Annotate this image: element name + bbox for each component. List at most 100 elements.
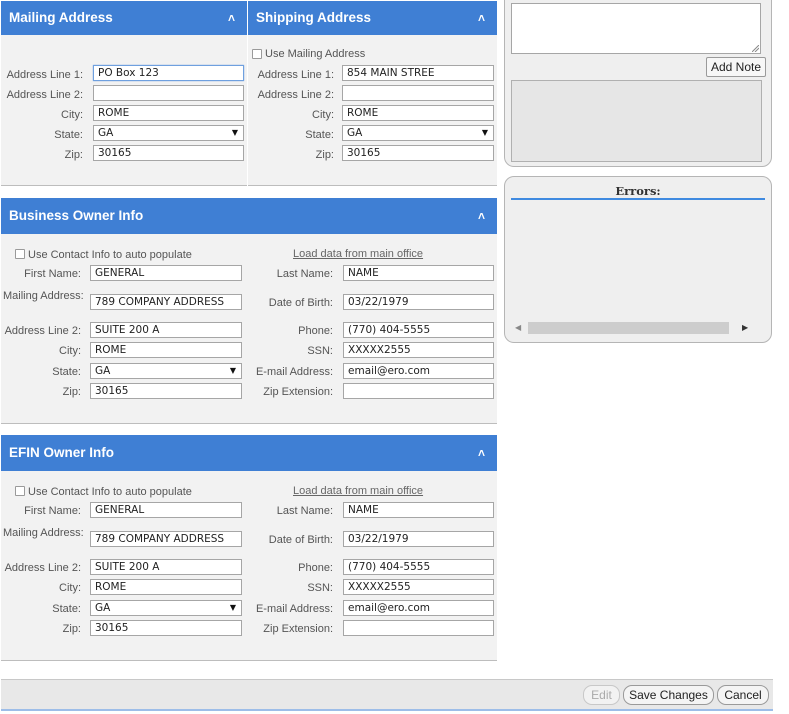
mailing-address-input[interactable]: 789 COMPANY ADDRESS xyxy=(90,531,242,547)
address-line2-input[interactable]: SUITE 200 A xyxy=(90,559,242,575)
zip-label: Zip: xyxy=(62,623,81,635)
efin-owner-panel: EFIN Owner Info ˄ Use Contact Info to au… xyxy=(1,435,497,661)
state-label: State: xyxy=(52,603,81,615)
state-value: GA xyxy=(95,602,111,614)
mailing-state-select[interactable]: GA ▼ xyxy=(93,125,244,141)
arrow-left-icon[interactable]: ◀ xyxy=(515,321,521,335)
errors-scrollbar[interactable]: ◀ ▶ xyxy=(511,321,755,335)
state-value: GA xyxy=(95,365,111,377)
save-changes-button[interactable]: Save Changes xyxy=(623,685,714,705)
use-contact-checkbox[interactable] xyxy=(15,249,25,259)
chevron-up-icon[interactable]: ˄ xyxy=(228,1,235,35)
zip-input[interactable]: 30165 xyxy=(90,383,242,399)
load-main-office-link[interactable]: Load data from main office xyxy=(293,484,423,498)
mailing-address-label: Mailing Address: xyxy=(3,290,84,302)
first-name-label: First Name: xyxy=(24,268,81,280)
address-line2-label: Address Line 2: xyxy=(4,325,81,337)
use-contact-label: Use Contact Info to auto populate xyxy=(28,249,192,261)
first-name-label: First Name: xyxy=(24,505,81,517)
ssn-label: SSN: xyxy=(307,345,333,357)
phone-input[interactable]: (770) 404-5555 xyxy=(343,322,494,338)
load-main-office-link[interactable]: Load data from main office xyxy=(293,247,423,261)
business-owner-header[interactable]: Business Owner Info ˄ xyxy=(1,198,497,234)
state-select[interactable]: GA ▼ xyxy=(90,363,242,379)
shipping-line1-input[interactable]: 854 MAIN STREE xyxy=(342,65,494,81)
state-label: State: xyxy=(305,129,334,141)
panel-title: Business Owner Info xyxy=(9,208,144,223)
cancel-button[interactable]: Cancel xyxy=(717,685,769,705)
address-line2-input[interactable]: SUITE 200 A xyxy=(90,322,242,338)
mailing-city-input[interactable]: ROME xyxy=(93,105,244,121)
state-select[interactable]: GA ▼ xyxy=(90,600,242,616)
edit-button[interactable]: Edit xyxy=(583,685,620,705)
email-input[interactable]: email@ero.com xyxy=(343,600,494,616)
phone-label: Phone: xyxy=(298,325,333,337)
ssn-label: SSN: xyxy=(307,582,333,594)
dob-input[interactable]: 03/22/1979 xyxy=(343,531,494,547)
zip-input[interactable]: 30165 xyxy=(90,620,242,636)
zip-label: Zip: xyxy=(64,149,83,161)
dob-input[interactable]: 03/22/1979 xyxy=(343,294,494,310)
mailing-address-header[interactable]: Mailing Address ˄ xyxy=(1,1,247,35)
use-contact-label: Use Contact Info to auto populate xyxy=(28,486,192,498)
city-input[interactable]: ROME xyxy=(90,342,242,358)
panel-title: EFIN Owner Info xyxy=(9,445,115,460)
zip-extension-input[interactable] xyxy=(343,620,494,636)
mailing-line1-input[interactable]: PO Box 123 xyxy=(93,65,244,81)
ssn-input[interactable]: XXXXX2555 xyxy=(343,342,494,358)
mailing-address-panel: Mailing Address ˄ Address Line 1: PO Box… xyxy=(1,1,247,186)
last-name-label: Last Name: xyxy=(276,268,333,280)
zip-extension-label: Zip Extension: xyxy=(263,623,333,635)
use-contact-checkbox[interactable] xyxy=(15,486,25,496)
shipping-city-input[interactable]: ROME xyxy=(342,105,494,121)
shipping-address-header[interactable]: Shipping Address ˄ xyxy=(248,1,497,35)
last-name-input[interactable]: NAME xyxy=(343,265,494,281)
mailing-address-input[interactable]: 789 COMPANY ADDRESS xyxy=(90,294,242,310)
shipping-state-select[interactable]: GA ▼ xyxy=(342,125,494,141)
panel-title: Mailing Address xyxy=(9,10,113,25)
dob-label: Date of Birth: xyxy=(268,297,333,309)
email-label: E-mail Address: xyxy=(255,603,333,615)
city-label: City: xyxy=(61,109,83,121)
mailing-line2-input[interactable] xyxy=(93,85,244,101)
arrow-right-icon[interactable]: ▶ xyxy=(742,321,748,335)
mailing-zip-input[interactable]: 30165 xyxy=(93,145,244,161)
note-textarea[interactable] xyxy=(511,3,761,54)
footer-bar: Edit Save Changes Cancel xyxy=(1,679,773,711)
state-value: GA xyxy=(347,127,363,139)
email-input[interactable]: email@ero.com xyxy=(343,363,494,379)
ssn-input[interactable]: XXXXX2555 xyxy=(343,579,494,595)
zip-label: Zip: xyxy=(315,149,334,161)
zip-extension-input[interactable] xyxy=(343,383,494,399)
resize-handle-icon[interactable] xyxy=(752,45,759,52)
line1-label: Address Line 1: xyxy=(257,69,334,81)
chevron-up-icon[interactable]: ˄ xyxy=(478,198,485,234)
dob-label: Date of Birth: xyxy=(268,534,333,546)
shipping-zip-input[interactable]: 30165 xyxy=(342,145,494,161)
chevron-up-icon[interactable]: ˄ xyxy=(478,1,485,35)
first-name-input[interactable]: GENERAL xyxy=(90,265,242,281)
city-input[interactable]: ROME xyxy=(90,579,242,595)
last-name-label: Last Name: xyxy=(276,505,333,517)
chevron-up-icon[interactable]: ˄ xyxy=(478,435,485,471)
last-name-input[interactable]: NAME xyxy=(343,502,494,518)
caret-down-icon: ▼ xyxy=(229,603,236,612)
use-mailing-label: Use Mailing Address xyxy=(265,48,366,60)
phone-input[interactable]: (770) 404-5555 xyxy=(343,559,494,575)
state-value: GA xyxy=(98,127,114,139)
efin-owner-header[interactable]: EFIN Owner Info ˄ xyxy=(1,435,497,471)
business-owner-panel: Business Owner Info ˄ Use Contact Info t… xyxy=(1,198,497,424)
scrollbar-thumb[interactable] xyxy=(528,322,729,334)
phone-label: Phone: xyxy=(298,562,333,574)
shipping-line2-input[interactable] xyxy=(342,85,494,101)
notes-panel: Add Note xyxy=(504,0,772,167)
city-label: City: xyxy=(59,582,81,594)
line2-label: Address Line 2: xyxy=(6,89,83,101)
city-label: City: xyxy=(312,109,334,121)
panel-title: Shipping Address xyxy=(256,10,372,25)
first-name-input[interactable]: GENERAL xyxy=(90,502,242,518)
add-note-button[interactable]: Add Note xyxy=(706,57,766,77)
notes-list xyxy=(511,80,762,162)
caret-down-icon: ▼ xyxy=(231,128,238,137)
use-mailing-checkbox[interactable] xyxy=(252,49,262,59)
